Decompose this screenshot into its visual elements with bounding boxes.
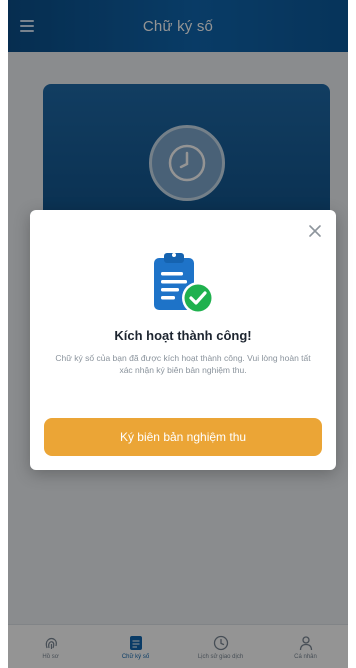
clipboard-check-icon bbox=[154, 253, 214, 314]
activation-success-dialog: Kích hoạt thành công! Chữ ký số của bạn … bbox=[30, 210, 336, 470]
dialog-message: Chữ ký số của bạn đã được kích hoạt thàn… bbox=[55, 353, 311, 375]
close-icon[interactable] bbox=[304, 220, 326, 242]
sign-acceptance-report-button[interactable]: Ký biên bản nghiệm thu bbox=[44, 418, 322, 456]
dialog-title: Kích hoạt thành công! bbox=[114, 328, 252, 343]
